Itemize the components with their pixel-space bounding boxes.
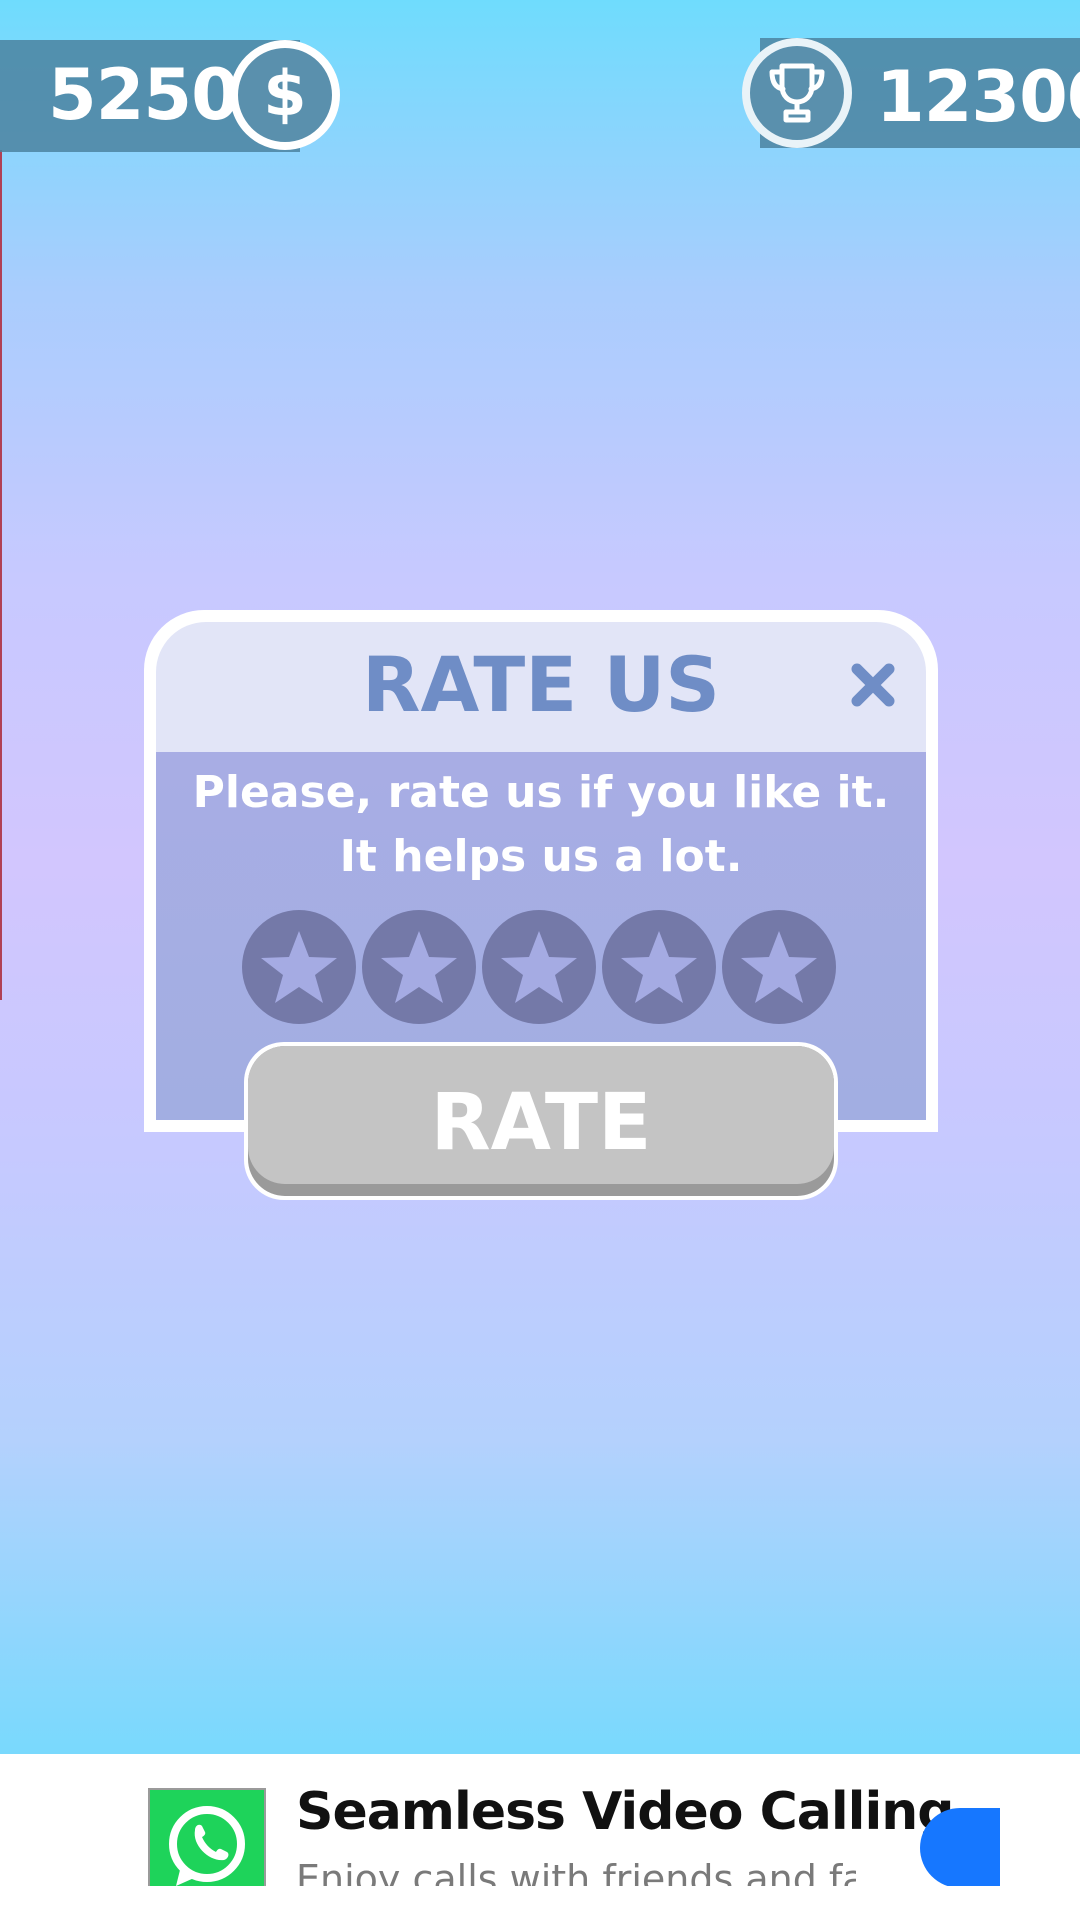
star-3[interactable] <box>482 910 596 1024</box>
star-4[interactable] <box>602 910 716 1024</box>
star-icon <box>621 931 697 1003</box>
close-button[interactable] <box>846 658 900 712</box>
ad-subtitle: Enjoy calls with friends and fami <box>296 1857 856 1886</box>
rate-button-face: RATE <box>248 1046 834 1184</box>
coin-count: 5250 <box>48 54 240 136</box>
star-1[interactable] <box>242 910 356 1024</box>
close-icon <box>851 663 895 707</box>
edge-line <box>0 150 2 1000</box>
svg-text:$: $ <box>263 60 306 130</box>
star-icon <box>501 931 577 1003</box>
rate-button[interactable]: RATE <box>244 1042 838 1200</box>
ad-cta-button[interactable] <box>920 1808 1000 1886</box>
star-icon <box>261 931 337 1003</box>
ad-banner[interactable]: Seamless Video Calling Enjoy calls with … <box>0 1754 1080 1920</box>
ad-content: Seamless Video Calling Enjoy calls with … <box>0 1754 1080 1886</box>
rate-button-label: RATE <box>430 1078 652 1168</box>
rate-button-shadow: RATE <box>248 1046 834 1196</box>
dollar-coin-icon: $ <box>230 40 340 150</box>
dialog-message-line1: Please, rate us if you like it. <box>192 767 890 818</box>
star-icon <box>381 931 457 1003</box>
star-icon <box>741 931 817 1003</box>
game-screen: 5250 $ 12300 RATE US Please, rate us <box>0 0 1080 1920</box>
whatsapp-icon[interactable] <box>148 1788 266 1886</box>
trophy-icon <box>742 38 852 148</box>
star-2[interactable] <box>362 910 476 1024</box>
star-rating <box>242 910 842 1026</box>
trophy-count: 12300 <box>876 56 1080 138</box>
dialog-title: RATE US <box>361 640 721 729</box>
dialog-message-line2: It helps us a lot. <box>339 831 743 882</box>
ad-title: Seamless Video Calling <box>296 1782 955 1842</box>
star-5[interactable] <box>722 910 836 1024</box>
